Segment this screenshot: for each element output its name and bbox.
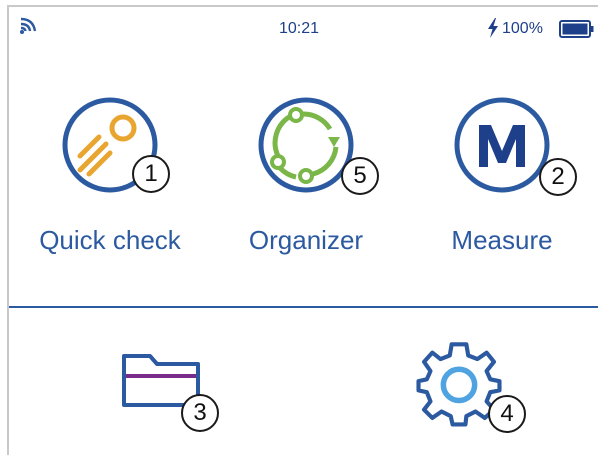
- measure-m-icon: [454, 97, 550, 193]
- charging-bolt-icon: [488, 18, 498, 38]
- badge-3: 3: [181, 394, 219, 432]
- folder-button[interactable]: 3: [119, 343, 229, 433]
- device-screen: 10:21 100% 1 Quick check 5 Organizer 2 M…: [7, 5, 598, 455]
- badge-4: 4: [488, 395, 526, 433]
- quick-check-button[interactable]: 1 Quick check: [20, 95, 200, 255]
- badge-1: 1: [132, 155, 170, 193]
- measure-label: Measure: [451, 225, 553, 255]
- settings-button[interactable]: 4: [413, 337, 533, 437]
- organizer-button[interactable]: 5 Organizer: [216, 95, 396, 255]
- battery-icon: [559, 20, 594, 38]
- badge-2: 2: [539, 158, 577, 196]
- organizer-label: Organizer: [248, 225, 364, 255]
- section-divider: [9, 306, 598, 308]
- measure-button[interactable]: 2 Measure: [412, 95, 592, 255]
- badge-5: 5: [341, 157, 379, 195]
- wifi-icon: [20, 17, 37, 34]
- battery-percent: 100%: [502, 20, 543, 37]
- status-time: 10:21: [279, 20, 320, 37]
- status-bar: 10:21 100%: [9, 7, 598, 43]
- quick-check-label: Quick check: [39, 225, 181, 255]
